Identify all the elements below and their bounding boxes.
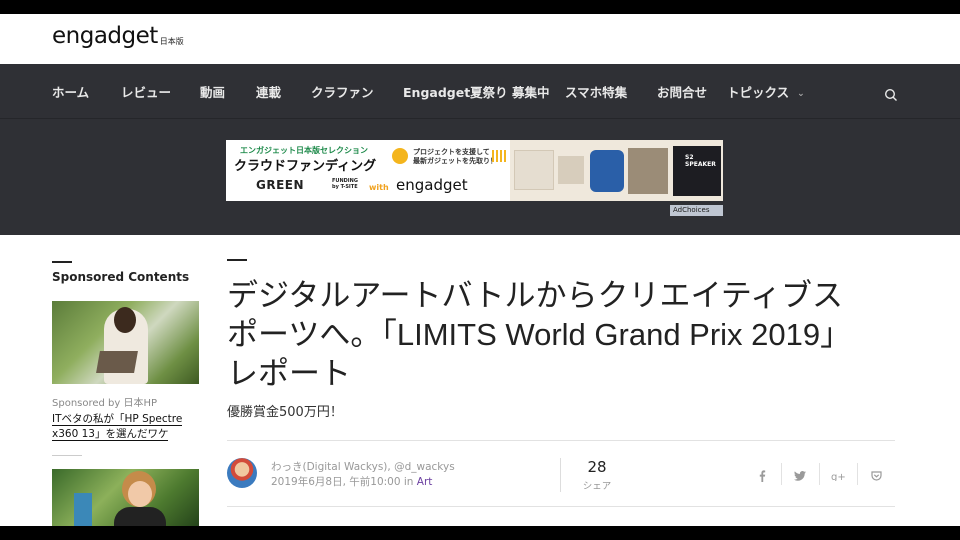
ad-area: エンガジェット日本版セレクション クラウドファンディング GREEN FUNDI…: [0, 119, 960, 235]
chevron-down-icon: ⌄: [797, 89, 805, 99]
divider: [227, 506, 895, 507]
nav-item-topics-label: トピックス: [727, 85, 790, 100]
ad-decoration: [492, 150, 506, 162]
product-image: [514, 150, 554, 190]
nav-item-summer-festival[interactable]: Engadget夏祭り 募集中: [403, 82, 550, 101]
article-meta: 2019年6月8日, 午前10:00 in Art: [271, 474, 432, 489]
logo-bar: engadget 日本版: [0, 14, 960, 64]
ad-engadget-logo: engadget: [396, 176, 468, 194]
logo-sub-text: 日本版: [159, 37, 184, 46]
nav-item-home[interactable]: ホーム: [52, 82, 89, 101]
photo-bottle: [74, 493, 92, 526]
adchoices-badge[interactable]: AdChoices: [670, 205, 723, 216]
sidebar-divider: [52, 455, 82, 456]
photo-body: [114, 507, 166, 526]
divider: [227, 440, 895, 441]
article-title: デジタルアートバトルからクリエイティブスポーツへ。「LIMITS World G…: [227, 278, 843, 391]
sponsored-link-1-text: ITベタの私が「HP Spectre x360 13」を選んだワケ: [52, 413, 183, 441]
publish-date: 2019年6月8日, 午前10:00 in: [271, 476, 417, 488]
twitter-icon[interactable]: [791, 468, 809, 484]
lightbulb-icon: [392, 148, 408, 164]
sponsored-thumbnail-2[interactable]: [52, 469, 199, 526]
ad-product-images: S2 SPEAKER: [510, 140, 723, 201]
nav-item-review[interactable]: レビュー: [121, 82, 171, 101]
ad-line2: クラウドファンディング: [234, 159, 377, 174]
nav-item-smartphone[interactable]: スマホ特集: [565, 82, 627, 101]
pocket-icon[interactable]: [867, 468, 885, 484]
divider: [819, 463, 820, 485]
ad-catch-text: プロジェクトを支援して 最新ガジェットを先取り！: [413, 148, 497, 165]
photo-laptop: [96, 351, 138, 373]
google-plus-icon[interactable]: g+: [829, 468, 847, 484]
site-logo[interactable]: engadget 日本版: [52, 23, 184, 49]
nav-item-series[interactable]: 連載: [256, 82, 281, 101]
nav-item-crowdfunding[interactable]: クラファン: [311, 82, 374, 101]
ad-banner[interactable]: エンガジェット日本版セレクション クラウドファンディング GREEN FUNDI…: [226, 140, 723, 201]
main-nav: ホーム レビュー 動画 連載 クラファン Engadget夏祭り 募集中 スマホ…: [0, 64, 960, 119]
share-count: 28: [587, 458, 607, 476]
article-title-dash: [227, 259, 247, 261]
sidebar-title: Sponsored Contents: [52, 270, 190, 284]
sidebar-title-dash: [52, 261, 72, 263]
speaker-label: S2 SPEAKER: [685, 154, 716, 168]
divider: [857, 463, 858, 485]
sponsored-thumbnail-1[interactable]: [52, 301, 199, 384]
share-label: シェア: [582, 481, 612, 492]
category-link[interactable]: Art: [417, 476, 433, 488]
divider: [560, 458, 561, 492]
ad-with-text: with: [369, 183, 389, 192]
photo-face: [128, 481, 152, 507]
product-image: [558, 156, 584, 184]
logo-text: engadget: [52, 23, 158, 49]
page: engadget 日本版 ホーム レビュー 動画 連載 クラファン Engadg…: [0, 14, 960, 526]
photo-head: [114, 307, 136, 333]
author-avatar[interactable]: [227, 458, 257, 488]
sponsored-link-1[interactable]: ITベタの私が「HP Spectre x360 13」を選んだワケ: [52, 412, 202, 442]
nav-item-topics[interactable]: トピックス ⌄: [727, 82, 805, 101]
nav-item-video[interactable]: 動画: [200, 82, 225, 101]
product-image: [628, 148, 668, 194]
nav-item-contact[interactable]: お問合せ: [657, 82, 707, 101]
product-image: [590, 150, 624, 192]
search-icon[interactable]: [884, 88, 898, 102]
facebook-icon[interactable]: [753, 468, 771, 484]
ad-funding-text: FUNDING by T-SITE: [332, 178, 358, 190]
sponsor-label: Sponsored by 日本HP: [52, 398, 158, 409]
ad-green-text: GREEN: [256, 178, 305, 192]
article-subtitle: 優勝賞金500万円！: [227, 405, 343, 420]
svg-text:g+: g+: [831, 472, 845, 481]
divider: [781, 463, 782, 485]
author-name[interactable]: わっき(Digital Wackys), @d_wackys: [271, 459, 455, 474]
